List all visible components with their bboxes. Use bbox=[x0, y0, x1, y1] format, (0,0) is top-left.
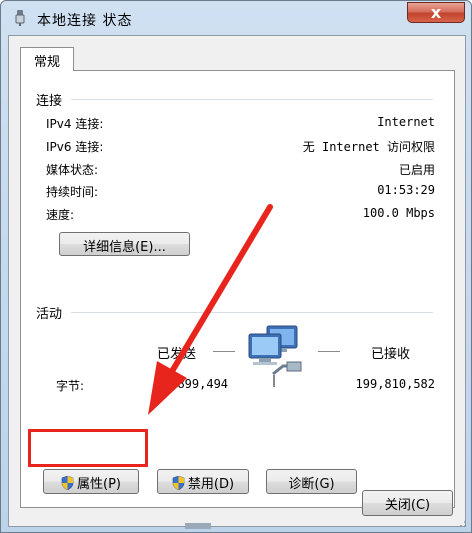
close-button[interactable]: 关闭(C) bbox=[362, 490, 453, 516]
highlight-box bbox=[28, 429, 148, 467]
window-title: 本地连接 状态 bbox=[37, 13, 133, 29]
resize-handle-icon[interactable] bbox=[185, 523, 211, 529]
size-grip-icon[interactable] bbox=[455, 516, 467, 528]
activity-divider bbox=[71, 312, 433, 313]
close-button-label: 关闭(C) bbox=[384, 498, 431, 513]
details-button-label: 详细信息(E)... bbox=[83, 240, 166, 255]
ipv6-label: IPv6 连接: bbox=[46, 140, 104, 154]
close-window-button[interactable]: x bbox=[407, 2, 465, 23]
title-bar[interactable]: 本地连接 状态 x bbox=[1, 1, 471, 35]
received-label: 已接收 bbox=[371, 347, 411, 362]
connection-divider bbox=[71, 99, 433, 100]
disable-button-label: 禁用(D) bbox=[187, 477, 235, 492]
media-state-value: 已启用 bbox=[398, 163, 435, 177]
sent-connector bbox=[213, 351, 235, 352]
network-computers-icon bbox=[248, 325, 302, 376]
received-connector bbox=[318, 351, 340, 352]
duration-value: 01:53:29 bbox=[377, 183, 435, 197]
sent-label: 已发送 bbox=[157, 347, 197, 362]
network-adapter-icon bbox=[15, 10, 25, 26]
details-button[interactable]: 详细信息(E)... bbox=[59, 232, 190, 256]
close-icon: x bbox=[430, 3, 442, 22]
ipv4-label: IPv4 连接: bbox=[46, 117, 104, 131]
ipv6-value: 无 Internet 访问权限 bbox=[302, 140, 435, 154]
dialog-window: 本地连接 状态 x 常规 连接 IPv4 连接: Internet IPv6 连… bbox=[0, 0, 472, 533]
activity-section-label: 活动 bbox=[36, 307, 63, 322]
tab-general-label: 常规 bbox=[33, 55, 60, 70]
bytes-received-value: 199,810,582 bbox=[355, 377, 435, 391]
speed-value: 100.0 Mbps bbox=[362, 206, 435, 220]
tab-general[interactable]: 常规 bbox=[20, 47, 74, 71]
duration-label: 持续时间: bbox=[46, 185, 99, 199]
disable-button[interactable]: 禁用(D) bbox=[157, 469, 249, 494]
ipv4-value: Internet bbox=[377, 115, 435, 129]
bytes-sent-value: 7,899,494 bbox=[163, 377, 229, 391]
properties-button-label: 属性(P) bbox=[77, 477, 121, 492]
bytes-label: 字节: bbox=[56, 379, 85, 393]
media-state-label: 媒体状态: bbox=[46, 163, 99, 177]
diagnose-button-label: 诊断(G) bbox=[288, 477, 335, 492]
speed-label: 速度: bbox=[46, 208, 75, 222]
properties-button[interactable]: 属性(P) bbox=[43, 469, 139, 494]
diagnose-button[interactable]: 诊断(G) bbox=[266, 469, 357, 494]
activity-center-tick bbox=[273, 375, 275, 387]
shield-icon bbox=[172, 476, 185, 490]
shield-icon bbox=[61, 476, 74, 490]
connection-section-label: 连接 bbox=[36, 94, 63, 109]
